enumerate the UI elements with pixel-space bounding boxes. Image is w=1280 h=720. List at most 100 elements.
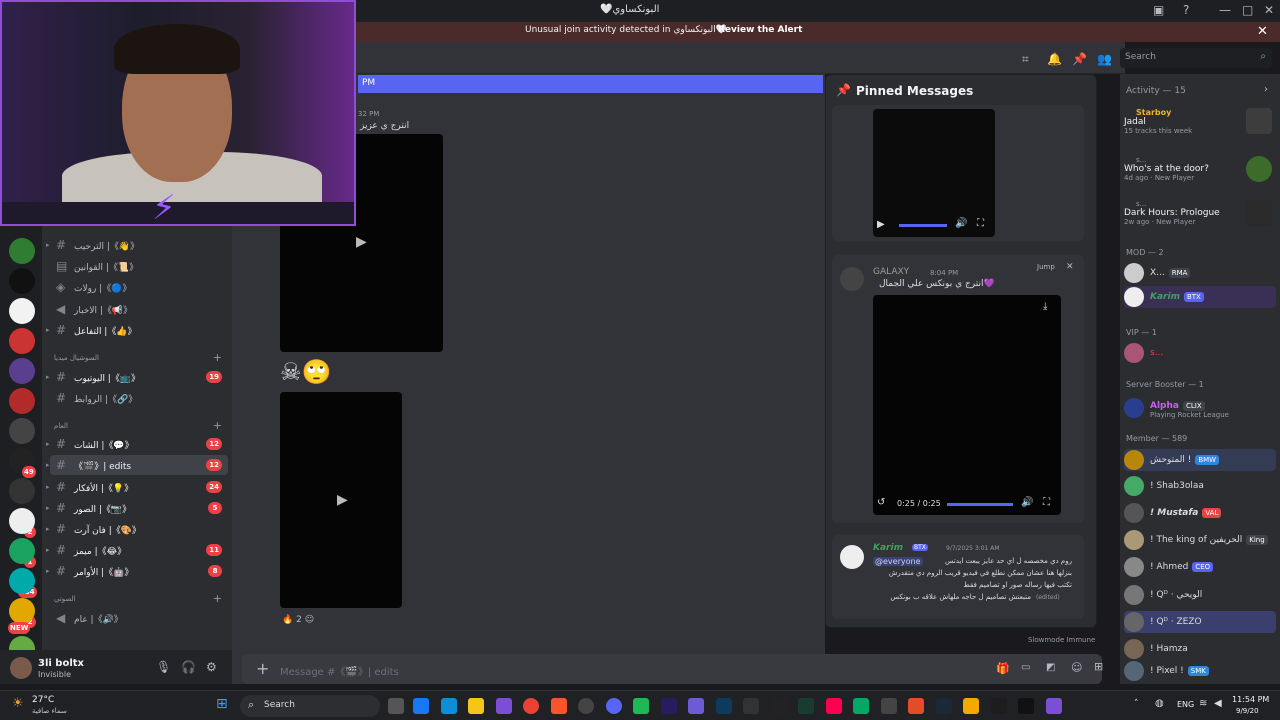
close-button[interactable]: ✕	[1264, 3, 1274, 17]
add-channel-icon[interactable]: +	[213, 419, 222, 432]
channel-item[interactable]: ▸ # 《💡》| الأفكار 24	[46, 477, 228, 497]
pinned-message[interactable]: GALAXY 8:04 PM Jump ✕ 💜انترج ي بونكس علي…	[832, 255, 1084, 523]
category-label[interactable]: الصوتي	[54, 595, 76, 603]
play-icon[interactable]: ▶	[356, 234, 367, 250]
pin-icon[interactable]: 📌	[1072, 52, 1087, 66]
avatar[interactable]	[840, 545, 864, 569]
volume-icon[interactable]: 🔊	[1021, 497, 1033, 508]
activity-card[interactable]: s... Dark Hours: Prologue 2w ago · New P…	[1124, 200, 1276, 234]
app-icon[interactable]	[1046, 698, 1062, 714]
app-icon[interactable]	[633, 698, 649, 714]
clock-date[interactable]: 9/9/20	[1236, 707, 1259, 715]
close-alert-icon[interactable]: ✕	[1257, 24, 1268, 39]
task-view-icon[interactable]	[388, 698, 404, 714]
progress-bar[interactable]	[899, 224, 947, 227]
channel-item[interactable]: ▸ # 《🤖》| الأوامر 8	[46, 561, 228, 581]
steam-icon[interactable]	[936, 698, 952, 714]
minimize-button[interactable]: —	[1219, 3, 1231, 17]
add-channel-icon[interactable]: +	[213, 592, 222, 605]
chevron-right-icon[interactable]: ›	[1264, 84, 1268, 95]
chrome-icon[interactable]	[523, 698, 539, 714]
channel-item[interactable]: ▸ # 《😂》| ميمز 11	[46, 540, 228, 560]
mic-icon[interactable]: 🎙	[156, 660, 171, 674]
channel-item-selected[interactable]: ▸ # 《🎬》| edits 12	[46, 455, 228, 475]
wifi-icon[interactable]: ≋	[1199, 698, 1207, 709]
member-item[interactable]: ! Hamza	[1124, 638, 1276, 660]
member-item[interactable]: ! المتوحش BMW	[1124, 449, 1276, 471]
username[interactable]: 3li boltx	[38, 658, 84, 669]
app-icon[interactable]	[798, 698, 814, 714]
author-name[interactable]: GALAXY	[873, 267, 909, 277]
message-composer[interactable]: + Message #《🎬》| edits 🎁 ▭ ◩ ☺ ⊞	[242, 654, 1103, 684]
emoji-icon[interactable]: ☺	[1071, 661, 1082, 674]
message-input[interactable]: Message #《🎬》| edits	[280, 663, 399, 678]
lightroom-icon[interactable]	[716, 698, 732, 714]
new-messages-bar[interactable]: PM	[358, 75, 823, 93]
channel-item[interactable]: ▸ # 《🎨》| فان آرت	[46, 519, 228, 539]
clock-time[interactable]: 11:54 PM	[1232, 695, 1269, 704]
app-icon[interactable]	[963, 698, 979, 714]
add-channel-icon[interactable]: +	[213, 351, 222, 364]
threads-icon[interactable]: ⌗	[1022, 52, 1029, 67]
weather-icon[interactable]: ☀	[12, 696, 24, 711]
edge-icon[interactable]	[441, 698, 457, 714]
mention[interactable]: @everyone	[873, 557, 923, 566]
video-attachment[interactable]: ⤓ ↺ 0:25 / 0:25 🔊 ⛶	[873, 295, 1061, 515]
unpin-close-icon[interactable]: ✕	[1066, 262, 1074, 272]
member-item[interactable]: X... RMA	[1124, 262, 1276, 284]
channel-item[interactable]: ▸ # 《👋》| الترحيب	[46, 235, 228, 255]
tray-chevron-icon[interactable]: ˄	[1134, 699, 1139, 709]
taskbar-search[interactable]: ⌕ Search	[240, 695, 380, 717]
play-icon[interactable]: ▶	[337, 492, 348, 508]
server-icon[interactable]	[9, 568, 35, 594]
server-icon[interactable]	[9, 328, 35, 354]
explorer-icon[interactable]	[468, 698, 484, 714]
app-icon[interactable]	[881, 698, 897, 714]
inbox-icon[interactable]: ▣	[1153, 3, 1164, 17]
help-icon[interactable]: ?	[1183, 3, 1189, 17]
gift-icon[interactable]: 🎁	[996, 662, 1010, 675]
attach-plus-icon[interactable]: +	[256, 659, 269, 678]
tiktok-icon[interactable]	[826, 698, 842, 714]
server-icon[interactable]	[9, 508, 35, 534]
settings-icon[interactable]: ⚙	[206, 660, 217, 674]
member-item[interactable]: ! The king of الحريفين King	[1124, 529, 1276, 551]
member-item[interactable]: Karim BTX	[1124, 286, 1276, 308]
app-icon[interactable]	[688, 698, 704, 714]
discord-icon[interactable]	[606, 698, 622, 714]
review-alert-button[interactable]: Review the Alert	[718, 25, 802, 35]
member-item[interactable]: s...	[1124, 342, 1276, 364]
sticker-icon[interactable]: ◩	[1046, 662, 1055, 673]
download-icon[interactable]: ⤓	[1043, 301, 1047, 312]
server-icon[interactable]	[9, 268, 35, 294]
member-item[interactable]: ! Shab3olaa	[1124, 475, 1276, 497]
server-icon[interactable]	[9, 478, 35, 504]
start-icon[interactable]: ⊞	[216, 696, 228, 712]
avatar[interactable]	[10, 657, 32, 679]
progress-bar[interactable]	[947, 503, 1013, 506]
category-label[interactable]: السوشيال ميديا	[54, 354, 99, 362]
channel-item[interactable]: ◀ 《📢》| الاخبار	[50, 299, 228, 319]
member-item[interactable]: ! Pixel ! SMK	[1124, 660, 1276, 682]
activity-card[interactable]: Starboy Jadal 15 tracks this week	[1124, 108, 1276, 142]
app-icon[interactable]	[1018, 698, 1034, 714]
category-label[interactable]: العام	[54, 422, 68, 430]
server-icon[interactable]	[9, 538, 35, 564]
channel-item[interactable]: ◈ 《🔵》| رولات	[50, 277, 228, 297]
tray-app-icon[interactable]: ◍	[1155, 698, 1164, 709]
reaction[interactable]: 🔥 2 ☺	[282, 615, 314, 625]
weather-temp[interactable]: 27°C	[32, 695, 54, 705]
member-item[interactable]: ! Mustafa VAL	[1124, 502, 1276, 524]
avatar[interactable]	[840, 267, 864, 291]
video-attachment[interactable]: ▶	[280, 392, 402, 608]
member-item[interactable]: ! Qᴰ · الويحي	[1124, 584, 1276, 606]
bell-icon[interactable]: 🔔	[1047, 52, 1062, 66]
member-item[interactable]: Alpha CLIX Playing Rocket League	[1124, 394, 1276, 422]
app-icon[interactable]	[991, 698, 1007, 714]
pinned-message[interactable]: Karim BTX 9/7/2025 3:01 AM @everyone روم…	[832, 535, 1084, 619]
obs-icon[interactable]	[578, 698, 594, 714]
server-icon[interactable]	[9, 418, 35, 444]
app-icon[interactable]	[413, 698, 429, 714]
server-icon[interactable]	[9, 388, 35, 414]
volume-icon[interactable]: ◀	[1214, 698, 1222, 709]
